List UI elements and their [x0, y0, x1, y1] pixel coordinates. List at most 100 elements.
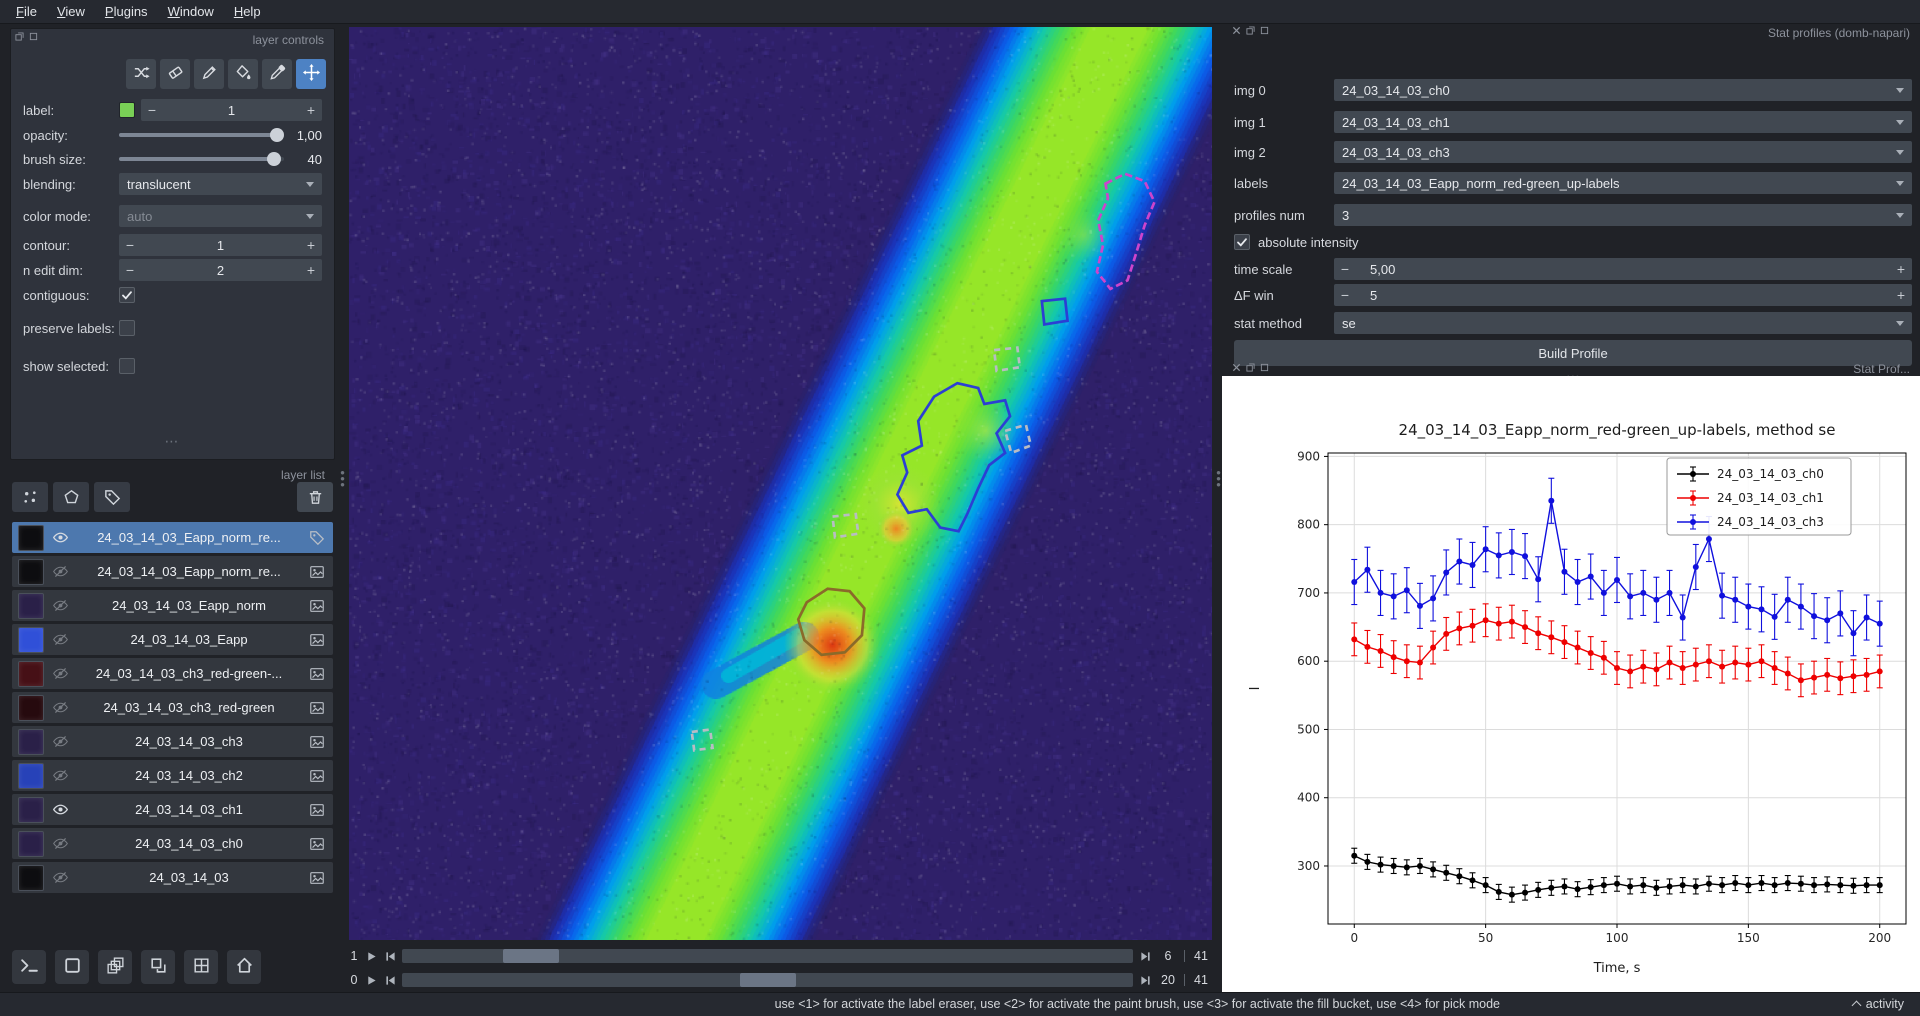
absolute-intensity-checkbox[interactable] [1234, 234, 1250, 250]
paint-brush-button[interactable] [194, 59, 224, 89]
label-color-swatch[interactable] [119, 102, 135, 118]
hide-panel-icon[interactable] [1260, 26, 1269, 35]
frame-slider[interactable] [402, 973, 1133, 987]
dock-resize-handle[interactable]: ⋯ [11, 433, 334, 450]
profiles-num-combobox[interactable]: 3 [1334, 204, 1912, 226]
left-splitter-handle[interactable]: • • • [340, 466, 345, 491]
roi-contour-0[interactable] [1095, 172, 1156, 291]
eye-visible-icon[interactable] [49, 529, 71, 546]
close-panel-icon[interactable] [1232, 363, 1241, 372]
eye-hidden-icon[interactable] [49, 699, 71, 716]
stat-method-combobox[interactable]: se [1334, 312, 1912, 334]
new-labels-layer-button[interactable] [94, 482, 130, 512]
roi-contour-3[interactable] [895, 381, 1012, 533]
grid-view-button[interactable] [184, 950, 218, 984]
layer-row[interactable]: 24_03_14_03_Eapp_norm [12, 590, 333, 621]
eye-visible-icon[interactable] [49, 801, 71, 818]
eye-hidden-icon[interactable] [49, 835, 71, 852]
roi-contour-5[interactable] [831, 512, 860, 539]
layer-row[interactable]: 24_03_14_03_ch3_red-green-... [12, 658, 333, 689]
eye-hidden-icon[interactable] [49, 733, 71, 750]
layer-row[interactable]: 24_03_14_03_Eapp_norm_re... [12, 522, 333, 553]
roi-contour-2[interactable] [992, 346, 1022, 373]
console-button[interactable] [12, 950, 46, 984]
roi-contour-1[interactable] [1040, 297, 1070, 326]
label-spinbox[interactable]: − 1 + [141, 99, 322, 121]
roi-contour-6[interactable] [796, 587, 866, 657]
menu-file[interactable]: File [6, 2, 47, 21]
skip-start-icon[interactable] [383, 973, 397, 987]
layer-row[interactable]: 24_03_14_03_ch1 [12, 794, 333, 825]
increment-icon[interactable]: + [300, 262, 322, 278]
skip-end-icon[interactable] [1138, 973, 1152, 987]
df-win-spinbox[interactable]: − 5 + [1334, 284, 1912, 306]
img2-combobox[interactable]: 24_03_14_03_ch3 [1334, 141, 1912, 163]
menu-view[interactable]: View [47, 2, 95, 21]
skip-end-icon[interactable] [1138, 949, 1152, 963]
menu-help[interactable]: Help [224, 2, 271, 21]
blending-combobox[interactable]: translucent [119, 173, 322, 195]
pan-zoom-button[interactable] [296, 59, 326, 89]
contiguous-checkbox[interactable] [119, 287, 135, 303]
eye-hidden-icon[interactable] [49, 563, 71, 580]
decrement-icon[interactable]: − [1334, 261, 1356, 277]
roi-contour-4[interactable] [1003, 423, 1033, 455]
float-panel-icon[interactable] [15, 32, 24, 41]
layer-row[interactable]: 24_03_14_03 [12, 862, 333, 893]
fill-bucket-button[interactable] [228, 59, 258, 89]
image-canvas[interactable] [349, 27, 1212, 940]
roi-contour-7[interactable] [690, 727, 715, 752]
new-shapes-layer-button[interactable] [53, 482, 89, 512]
eye-hidden-icon[interactable] [49, 597, 71, 614]
roll-dimensions-button[interactable] [98, 950, 132, 984]
slider-handle[interactable] [739, 973, 796, 987]
contour-spinbox[interactable]: − 1 + [119, 234, 322, 256]
play-icon[interactable] [364, 973, 378, 987]
show-selected-checkbox[interactable] [119, 358, 135, 374]
skip-start-icon[interactable] [383, 949, 397, 963]
float-panel-icon[interactable] [1246, 363, 1255, 372]
transpose-dimensions-button[interactable] [141, 950, 175, 984]
n-edit-dim-spinbox[interactable]: − 2 + [119, 259, 322, 281]
eye-hidden-icon[interactable] [49, 767, 71, 784]
play-icon[interactable] [364, 949, 378, 963]
layer-row[interactable]: 24_03_14_03_Eapp [12, 624, 333, 655]
layer-row[interactable]: 24_03_14_03_Eapp_norm_re... [12, 556, 333, 587]
increment-icon[interactable]: + [300, 237, 322, 253]
close-panel-icon[interactable] [1232, 26, 1241, 35]
img0-combobox[interactable]: 24_03_14_03_ch0 [1334, 79, 1912, 101]
layer-row[interactable]: 24_03_14_03_ch3 [12, 726, 333, 757]
layer-row[interactable]: 24_03_14_03_ch3_red-green [12, 692, 333, 723]
menu-window[interactable]: Window [158, 2, 224, 21]
eye-hidden-icon[interactable] [49, 665, 71, 682]
menu-plugins[interactable]: Plugins [95, 2, 158, 21]
layer-row[interactable]: 24_03_14_03_ch0 [12, 828, 333, 859]
layer-row[interactable]: 24_03_14_03_ch2 [12, 760, 333, 791]
img1-combobox[interactable]: 24_03_14_03_ch1 [1334, 111, 1912, 133]
new-points-layer-button[interactable] [12, 482, 48, 512]
hide-panel-icon[interactable] [1260, 363, 1269, 372]
right-splitter-handle[interactable]: • • • [1216, 466, 1221, 491]
slider-handle[interactable] [503, 949, 560, 963]
brush-size-slider[interactable] [119, 151, 284, 167]
increment-icon[interactable]: + [300, 102, 322, 118]
eye-hidden-icon[interactable] [49, 869, 71, 886]
color-picker-button[interactable] [262, 59, 292, 89]
label-eraser-button[interactable] [160, 59, 190, 89]
eye-hidden-icon[interactable] [49, 631, 71, 648]
delete-layer-button[interactable] [297, 482, 333, 512]
preserve-labels-checkbox[interactable] [119, 320, 135, 336]
reset-view-button[interactable] [227, 950, 261, 984]
hide-panel-icon[interactable] [29, 32, 38, 41]
decrement-icon[interactable]: − [119, 262, 141, 278]
decrement-icon[interactable]: − [119, 237, 141, 253]
decrement-icon[interactable]: − [1334, 287, 1356, 303]
activity-button[interactable]: activity [1851, 997, 1904, 1011]
float-panel-icon[interactable] [1246, 26, 1255, 35]
shuffle-colors-button[interactable] [126, 59, 156, 89]
frame-slider[interactable] [402, 949, 1133, 963]
opacity-slider[interactable] [119, 127, 284, 143]
labels-combobox[interactable]: 24_03_14_03_Eapp_norm_red-green_up-label… [1334, 172, 1912, 194]
increment-icon[interactable]: + [1890, 287, 1912, 303]
toggle-2d-3d-button[interactable] [55, 950, 89, 984]
